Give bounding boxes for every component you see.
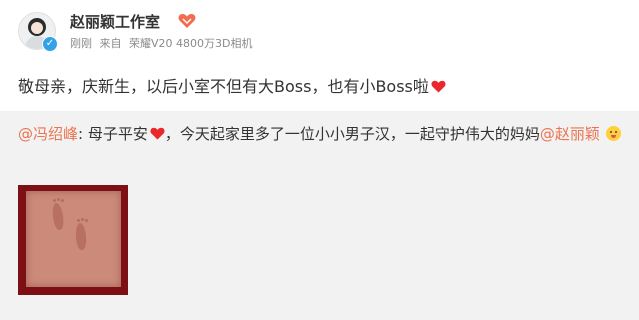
post-meta: 刚刚 来自 荣耀V20 4800万3D相机 [70, 35, 256, 51]
source-device[interactable]: 荣耀V20 4800万3D相机 [129, 37, 252, 50]
toe-mark [53, 199, 56, 202]
footprint-plaster [26, 191, 121, 287]
post-text: 敬母亲，庆新生，以后小室不但有大Boss，也有小Boss啦 [18, 77, 429, 96]
heart-icon [150, 127, 165, 140]
avatar-face [31, 22, 43, 34]
right-footprint [75, 222, 87, 251]
toe-mark [61, 199, 64, 202]
repost-author-mention[interactable]: @冯绍峰 [18, 125, 78, 143]
reposted-content: @冯绍峰: 母子平安 ，今天起家里多了一位小小男子汉，一起守护伟大的妈妈@赵丽颖 [0, 111, 639, 320]
post-time[interactable]: 刚刚 [70, 37, 92, 50]
verified-icon: ✓ [42, 36, 58, 52]
toe-mark [81, 218, 84, 221]
author-name[interactable]: 赵丽颖工作室 [70, 11, 160, 32]
repost-mention-zhaoliying[interactable]: @赵丽颖 [540, 125, 600, 143]
repost-text-part2: ，今天起家里多了一位小小男子汉，一起守护伟大的妈妈 [164, 125, 540, 143]
toe-mark [77, 219, 80, 222]
toe-mark [85, 219, 88, 222]
footprint-photo[interactable] [18, 185, 128, 295]
post-header: ✓ 赵丽颖工作室 刚刚 来自 荣耀V20 4800万3D相机 [18, 10, 618, 58]
member-heart-icon[interactable] [178, 13, 196, 29]
repost-text: @冯绍峰: 母子平安 ，今天起家里多了一位小小男子汉，一起守护伟大的妈妈@赵丽颖 [18, 121, 623, 148]
repost-text-part1: 母子平安 [83, 125, 148, 143]
post-content: 敬母亲，庆新生，以后小室不但有大Boss，也有小Boss啦 [18, 73, 446, 97]
heart-icon [431, 80, 446, 93]
weibo-post: ✓ 赵丽颖工作室 刚刚 来自 荣耀V20 4800万3D相机 敬母亲，庆新生，以… [0, 0, 639, 320]
toe-mark [57, 198, 60, 201]
blush-emoji-icon [605, 126, 621, 141]
left-footprint [51, 202, 65, 231]
source-prefix: 来自 [99, 37, 122, 50]
